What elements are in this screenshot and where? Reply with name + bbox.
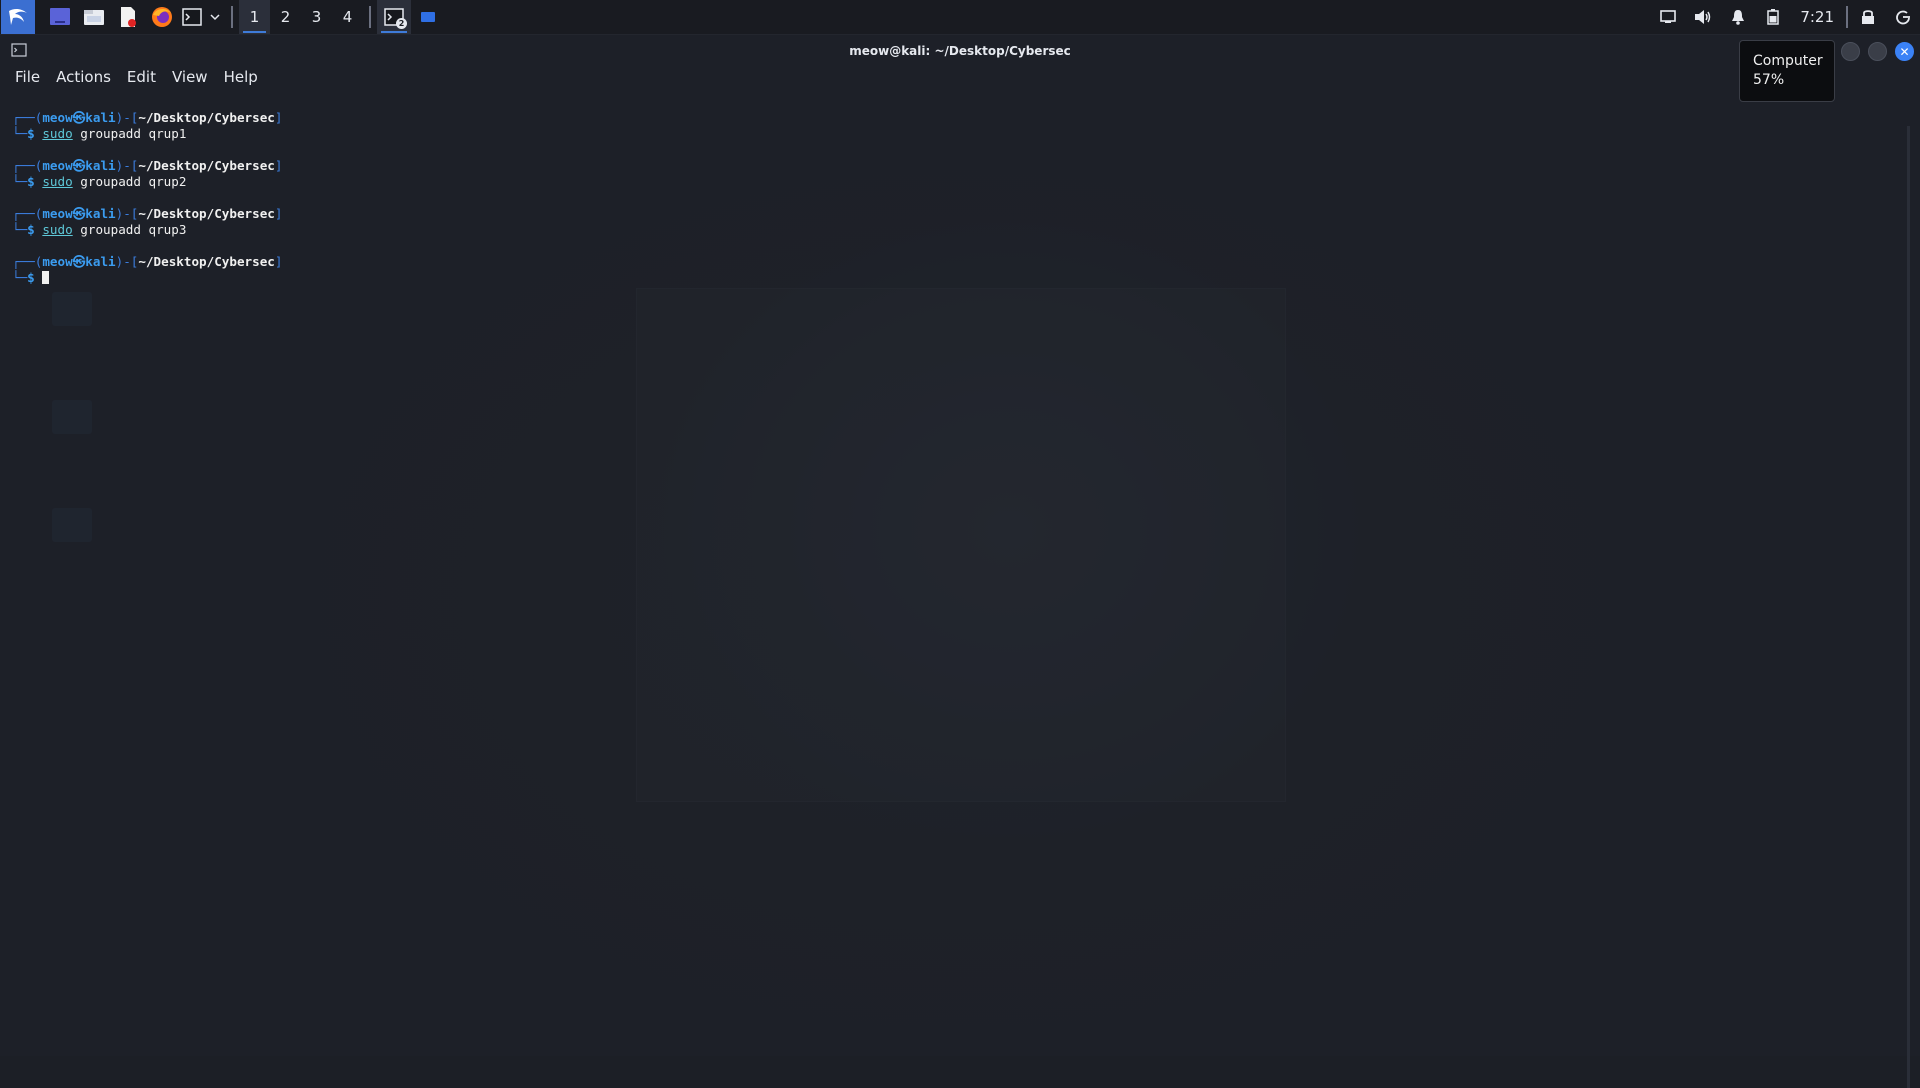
kali-menu-button[interactable] xyxy=(1,0,35,34)
command-entry: ┌──(meow㉿kali)-[~/Desktop/Cybersec] └─$ s… xyxy=(12,110,1896,142)
panel-separator xyxy=(369,6,371,28)
kali-dragon-icon xyxy=(9,8,27,25)
firefox-launcher[interactable] xyxy=(145,0,179,34)
notifications-tray-button[interactable] xyxy=(1720,0,1755,34)
terminal-icon xyxy=(11,43,27,60)
text-cursor xyxy=(42,271,50,284)
bell-icon xyxy=(1731,10,1744,25)
terminal-launcher[interactable] xyxy=(179,0,205,34)
battery-tooltip: Computer 57% xyxy=(1739,40,1835,102)
text-editor-icon xyxy=(121,7,136,27)
workspace-3-button[interactable]: 3 xyxy=(301,0,332,34)
tooltip-value: 57% xyxy=(1753,72,1785,88)
workspace-2-button[interactable]: 2 xyxy=(270,0,301,34)
prompt-line: ┌──(meow㉿kali)-[~/Desktop/Cybersec] xyxy=(12,254,283,269)
battery-icon xyxy=(1767,9,1779,25)
speaker-icon xyxy=(1694,10,1711,24)
chevron-down-icon xyxy=(210,14,220,21)
command-line: └─$ sudo groupadd qrup1 xyxy=(12,126,187,141)
folder-icon xyxy=(84,10,104,25)
lock-screen-button[interactable] xyxy=(1850,0,1885,34)
workspace-1-button[interactable]: 1 xyxy=(239,0,270,34)
monitor-icon xyxy=(1660,10,1676,23)
terminal-icon xyxy=(182,8,202,26)
battery-tray-button[interactable] xyxy=(1755,0,1790,34)
file-manager-task-button[interactable] xyxy=(411,0,445,34)
system-tray: 7:21 xyxy=(1650,0,1920,34)
close-icon: ✕ xyxy=(1899,44,1910,59)
folder-icon xyxy=(421,12,435,22)
command-entry: ┌──(meow㉿kali)-[~/Desktop/Cybersec] └─$ s… xyxy=(12,206,1896,238)
show-desktop-button[interactable] xyxy=(43,0,77,34)
firefox-icon xyxy=(152,7,172,27)
command-line: └─$ sudo groupadd qrup3 xyxy=(12,222,187,237)
menu-view[interactable]: View xyxy=(164,68,216,86)
command-line: └─$ sudo groupadd qrup2 xyxy=(12,174,187,189)
menu-edit[interactable]: Edit xyxy=(119,68,164,86)
minimize-button[interactable] xyxy=(1841,42,1860,61)
panel-separator xyxy=(231,6,233,28)
display-tray-button[interactable] xyxy=(1650,0,1685,34)
top-panel: 1 2 3 4 2 7:21 xyxy=(0,0,1920,35)
logout-button[interactable] xyxy=(1885,0,1920,34)
active-prompt: ┌──(meow㉿kali)-[~/Desktop/Cybersec] └─$ xyxy=(12,254,1896,286)
terminal-window: meow@kali: ~/Desktop/Cybersec ✕ File Act… xyxy=(0,34,1920,1088)
maximize-button[interactable] xyxy=(1868,42,1887,61)
launcher-dropdown-button[interactable] xyxy=(205,0,225,34)
workspace-4-button[interactable]: 4 xyxy=(332,0,363,34)
close-button[interactable]: ✕ xyxy=(1895,42,1914,61)
menu-actions[interactable]: Actions xyxy=(48,68,119,86)
tooltip-title: Computer xyxy=(1753,53,1823,69)
terminal-scrollbar[interactable] xyxy=(1907,126,1910,1088)
prompt-line: ┌──(meow㉿kali)-[~/Desktop/Cybersec] xyxy=(12,110,283,125)
window-controls: ✕ xyxy=(1841,42,1914,61)
clock[interactable]: 7:21 xyxy=(1790,8,1844,26)
window-title: meow@kali: ~/Desktop/Cybersec xyxy=(849,43,1071,58)
panel-separator xyxy=(1846,6,1848,28)
command-entry: ┌──(meow㉿kali)-[~/Desktop/Cybersec] └─$ s… xyxy=(12,158,1896,190)
menu-help[interactable]: Help xyxy=(216,68,266,86)
prompt-line: ┌──(meow㉿kali)-[~/Desktop/Cybersec] xyxy=(12,206,283,221)
lock-icon xyxy=(1861,10,1874,24)
terminal-output[interactable]: ┌──(meow㉿kali)-[~/Desktop/Cybersec] └─$ s… xyxy=(12,110,1896,1056)
window-titlebar[interactable]: meow@kali: ~/Desktop/Cybersec ✕ xyxy=(0,34,1920,67)
volume-tray-button[interactable] xyxy=(1685,0,1720,34)
window-count-badge: 2 xyxy=(396,18,407,29)
power-icon xyxy=(1895,10,1910,25)
command-line[interactable]: └─$ xyxy=(12,270,1896,286)
menu-file[interactable]: File xyxy=(7,68,48,86)
prompt-line: ┌──(meow㉿kali)-[~/Desktop/Cybersec] xyxy=(12,158,283,173)
terminal-task-button[interactable]: 2 xyxy=(377,0,411,34)
file-manager-launcher[interactable] xyxy=(77,0,111,34)
desktop-icon xyxy=(50,8,70,25)
terminal-menubar: File Actions Edit View Help xyxy=(0,67,1920,87)
text-editor-launcher[interactable] xyxy=(111,0,145,34)
